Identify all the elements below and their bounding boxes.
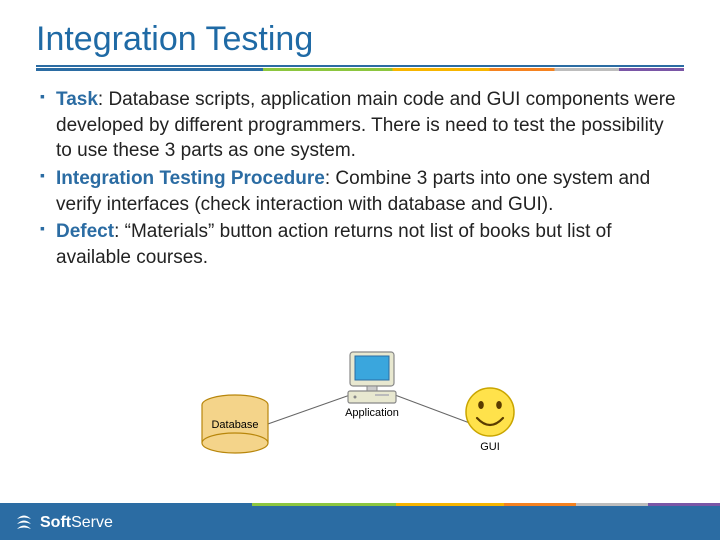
bullet-procedure: Integration Testing Procedure: Combine 3… <box>40 166 680 217</box>
bullet-keyword: Integration Testing Procedure <box>56 168 325 189</box>
bullet-text: : Database scripts, application main cod… <box>56 89 676 161</box>
bullet-defect: Defect: “Materials” button action return… <box>40 219 680 270</box>
brand-text: SoftServe <box>40 514 113 532</box>
footer: SoftServe <box>0 506 720 540</box>
bullet-keyword: Task <box>56 89 98 110</box>
brand-icon <box>14 513 34 533</box>
bullet-list: Task: Database scripts, application main… <box>40 87 680 270</box>
slide: Integration Testing Task: Database scrip… <box>0 0 720 540</box>
application-icon: Application <box>345 352 399 419</box>
database-label: Database <box>211 419 258 431</box>
gui-icon: GUI <box>466 388 514 453</box>
gui-label: GUI <box>480 441 500 453</box>
title-rule <box>36 65 684 71</box>
bullet-task: Task: Database scripts, application main… <box>40 87 680 164</box>
brand-logo: SoftServe <box>14 513 113 533</box>
bullet-text: : “Materials” button action returns not … <box>56 221 611 268</box>
content-area: Task: Database scripts, application main… <box>0 71 720 270</box>
page-title: Integration Testing <box>0 0 720 65</box>
application-label: Application <box>345 407 399 419</box>
database-icon: Database <box>202 395 268 453</box>
integration-diagram: Database Application GUI <box>165 340 565 480</box>
bullet-keyword: Defect <box>56 221 114 242</box>
